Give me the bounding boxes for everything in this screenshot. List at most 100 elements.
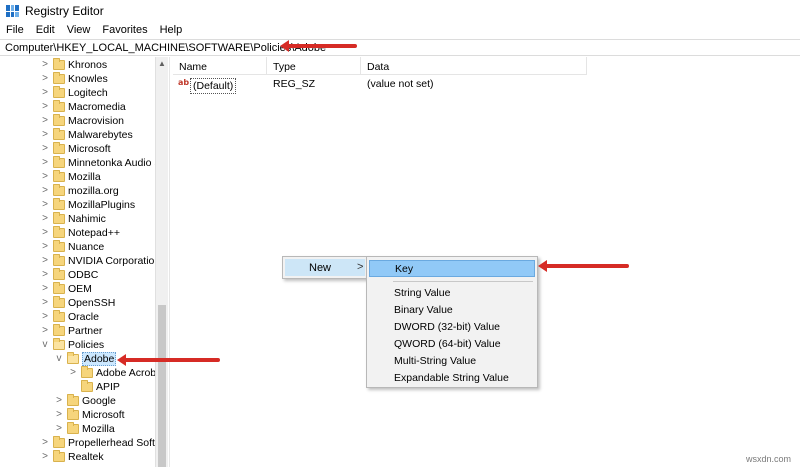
folder-icon <box>53 310 65 322</box>
menu-file[interactable]: File <box>0 22 30 40</box>
tree-item[interactable]: >Adobe Acroba <box>68 366 155 380</box>
menu-item-binary-value[interactable]: Binary Value <box>369 301 535 318</box>
chevron-right-icon[interactable]: > <box>40 268 50 282</box>
column-header-name[interactable]: Name <box>173 57 267 75</box>
folder-icon <box>53 450 65 462</box>
chevron-right-icon[interactable]: > <box>40 100 50 114</box>
chevron-right-icon[interactable]: > <box>40 156 50 170</box>
tree-item[interactable]: > Macromedia <box>40 100 126 114</box>
folder-icon <box>53 268 65 280</box>
chevron-right-icon[interactable]: > <box>40 212 50 226</box>
tree-item[interactable]: > Mozilla <box>40 170 101 184</box>
chevron-right-icon[interactable]: > <box>40 240 50 254</box>
folder-icon <box>53 142 65 154</box>
tree-item[interactable]: > Oracle <box>40 310 99 324</box>
tree-item[interactable]: > Nahimic <box>40 212 106 226</box>
tree-item[interactable]: > Mozilla <box>54 422 115 436</box>
folder-icon <box>53 156 65 168</box>
menu-item-multi-string-value[interactable]: Multi-String Value <box>369 352 535 369</box>
menu-view[interactable]: View <box>61 22 97 40</box>
folder-icon <box>53 296 65 308</box>
column-header-data[interactable]: Data <box>361 57 587 75</box>
tree-item[interactable]: > Knowles <box>40 72 108 86</box>
chevron-right-icon[interactable]: > <box>54 408 64 422</box>
folder-icon <box>53 114 65 126</box>
chevron-right-icon[interactable]: > <box>54 422 64 436</box>
tree-item[interactable]: > Partner <box>40 324 102 338</box>
menu-item-new[interactable]: New > <box>285 259 365 276</box>
tree-item-policies[interactable]: v Policies <box>40 338 104 352</box>
chevron-right-icon[interactable]: > <box>40 198 50 212</box>
tree-item[interactable]: > OpenSSH <box>40 296 115 310</box>
chevron-right-icon[interactable]: > <box>40 226 50 240</box>
chevron-right-icon[interactable]: > <box>40 254 50 268</box>
menu-edit[interactable]: Edit <box>30 22 61 40</box>
scrollbar-thumb[interactable] <box>158 305 166 467</box>
tree-item[interactable]: > Realtek <box>40 450 104 464</box>
tree-item[interactable]: APIP <box>68 380 120 394</box>
chevron-right-icon[interactable]: > <box>68 366 78 380</box>
folder-icon <box>53 212 65 224</box>
menu-item-string-value[interactable]: String Value <box>369 284 535 301</box>
menu-item-qword-value[interactable]: QWORD (64-bit) Value <box>369 335 535 352</box>
tree-item[interactable]: > ODBC <box>40 268 98 282</box>
tree-item[interactable]: > Logitech <box>40 86 108 100</box>
tree-item[interactable]: > Notepad++ <box>40 226 120 240</box>
tree-item[interactable]: > Google <box>54 394 116 408</box>
address-bar[interactable]: Computer\HKEY_LOCAL_MACHINE\SOFTWARE\Pol… <box>0 39 800 56</box>
tree-item[interactable]: > OEM <box>40 282 92 296</box>
tree-item[interactable]: > Microsoft <box>40 142 111 156</box>
tree-item[interactable]: > Macrovision <box>40 114 124 128</box>
menu-item-key[interactable]: Key <box>369 260 535 277</box>
folder-icon <box>53 226 65 238</box>
menu-item-dword-value[interactable]: DWORD (32-bit) Value <box>369 318 535 335</box>
chevron-right-icon[interactable]: > <box>40 450 50 464</box>
folder-icon <box>53 100 65 112</box>
chevron-right-icon[interactable]: > <box>40 72 50 86</box>
chevron-down-icon[interactable]: v <box>54 352 64 366</box>
folder-icon <box>67 394 79 406</box>
tree-item[interactable]: > Khronos <box>40 58 107 72</box>
chevron-right-icon[interactable]: > <box>40 184 50 198</box>
new-submenu: Key String Value Binary Value DWORD (32-… <box>366 256 538 388</box>
registry-tree[interactable]: > Khronos > Knowles > Logitech > Macromedia … <box>0 57 155 467</box>
tree-item[interactable]: > NVIDIA Corporation <box>40 254 155 268</box>
tree-item-adobe-selected[interactable]: v Adobe <box>54 352 117 366</box>
chevron-right-icon[interactable]: > <box>40 114 50 128</box>
tree-item[interactable]: > Malwarebytes <box>40 128 133 142</box>
folder-icon <box>53 72 65 84</box>
chevron-down-icon[interactable]: v <box>40 338 50 352</box>
tree-item[interactable]: > Minnetonka Audio S <box>40 156 155 170</box>
folder-icon <box>53 58 65 70</box>
value-data: (value not set) <box>367 78 434 90</box>
chevron-right-icon[interactable]: > <box>54 394 64 408</box>
chevron-right-icon[interactable]: > <box>40 436 50 450</box>
scroll-up-icon[interactable]: ▲ <box>156 57 168 70</box>
tree-item[interactable]: > Nuance <box>40 240 104 254</box>
chevron-right-icon[interactable]: > <box>40 86 50 100</box>
chevron-right-icon[interactable]: > <box>40 282 50 296</box>
folder-icon <box>53 436 65 448</box>
tree-item[interactable]: > mozilla.org <box>40 184 119 198</box>
tree-scrollbar[interactable]: ▲ <box>155 57 168 467</box>
folder-open-icon <box>53 338 65 350</box>
chevron-right-icon[interactable]: > <box>40 296 50 310</box>
chevron-right-icon[interactable]: > <box>40 128 50 142</box>
menu-item-expandable-string-value[interactable]: Expandable String Value <box>369 369 535 386</box>
chevron-right-icon[interactable]: > <box>40 324 50 338</box>
menu-favorites[interactable]: Favorites <box>96 22 153 40</box>
chevron-right-icon[interactable]: > <box>40 310 50 324</box>
chevron-right-icon[interactable]: > <box>40 142 50 156</box>
chevron-right-icon[interactable]: > <box>40 170 50 184</box>
folder-icon <box>53 240 65 252</box>
tree-item[interactable]: > Propellerhead Softw <box>40 436 155 450</box>
menu-item-new-label: New <box>309 262 332 274</box>
value-name[interactable]: (Default) <box>190 78 237 94</box>
tree-item[interactable]: > MozillaPlugins <box>40 198 135 212</box>
column-header-type[interactable]: Type <box>267 57 361 75</box>
value-row-default[interactable]: ab (Default) REG_SZ (value not set) <box>173 76 587 94</box>
window-title: Registry Editor <box>25 4 104 18</box>
tree-item[interactable]: > Microsoft <box>54 408 125 422</box>
menu-help[interactable]: Help <box>154 22 189 40</box>
chevron-right-icon[interactable]: > <box>40 58 50 72</box>
